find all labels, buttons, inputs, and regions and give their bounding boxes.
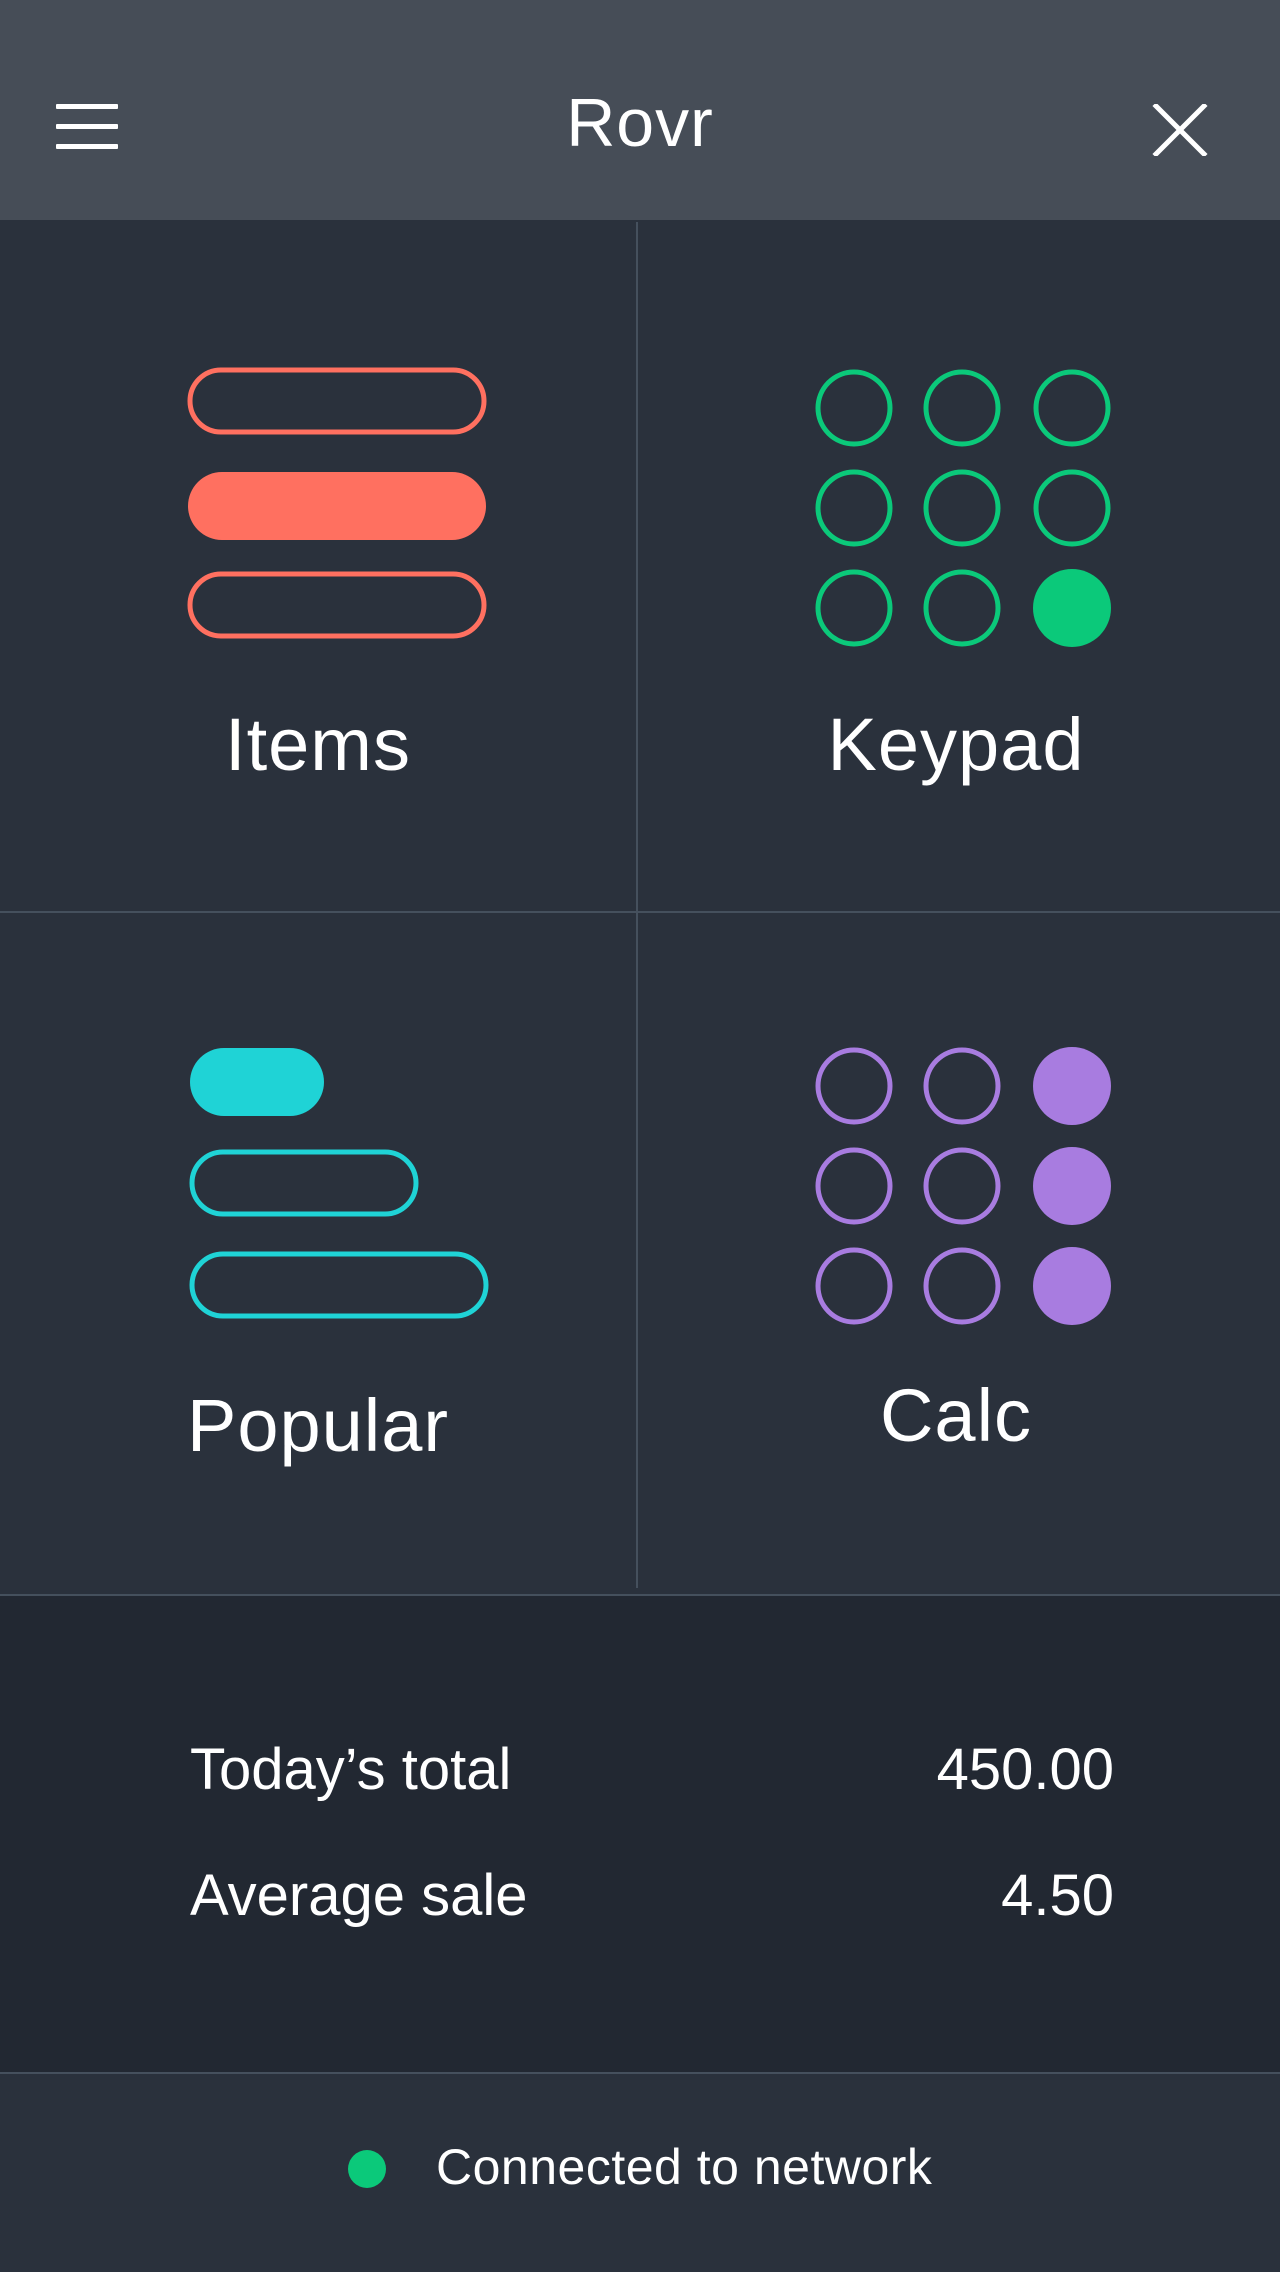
tile-items[interactable]: Items: [0, 222, 636, 902]
app-title: Rovr: [566, 85, 714, 161]
calculator-icon: [815, 1047, 1111, 1325]
average-sale-label: Average sale: [190, 1863, 528, 1928]
status-bar: Connected to network: [0, 2072, 1280, 2272]
tile-label-keypad: Keypad: [827, 703, 1085, 786]
average-sale-value: 4.50: [1001, 1863, 1114, 1928]
connection-status-dot-icon: [348, 2150, 386, 2188]
todays-total-value: 450.00: [936, 1737, 1114, 1802]
tile-calc[interactable]: Calc: [638, 913, 1274, 1593]
tile-keypad[interactable]: Keypad: [638, 222, 1274, 902]
sales-summary: Today’s total 450.00 Average sale 4.50: [0, 1596, 1280, 2072]
top-bar: Rovr: [0, 0, 1280, 220]
keypad-icon: [815, 369, 1111, 647]
todays-total-label: Today’s total: [190, 1737, 512, 1802]
app-root: Rovr Items Keypad Popular Calc Today’s t…: [0, 0, 1280, 2272]
tile-label-items: Items: [225, 703, 411, 786]
connection-status-text: Connected to network: [436, 2139, 933, 2195]
tile-label-calc: Calc: [879, 1374, 1033, 1457]
tile-label-popular: Popular: [186, 1384, 450, 1467]
list-icon: [187, 367, 487, 639]
close-icon[interactable]: [1150, 104, 1210, 156]
popular-bars-icon: [189, 1048, 489, 1319]
tile-popular[interactable]: Popular: [0, 913, 636, 1593]
